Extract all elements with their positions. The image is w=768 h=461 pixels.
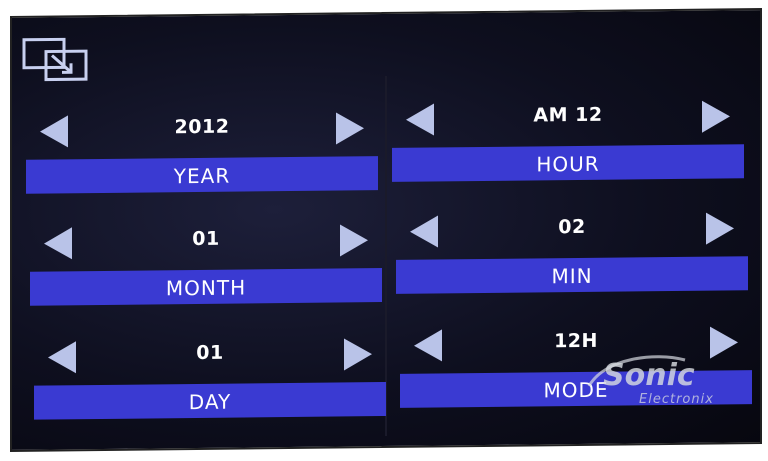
hour-increase-arrow-icon[interactable] [702,100,730,133]
mode-increase-arrow-icon[interactable] [710,326,738,359]
mode-decrease-arrow-icon[interactable] [414,329,442,362]
min-decrease-arrow-icon[interactable] [410,215,438,248]
day-decrease-arrow-icon[interactable] [48,341,76,374]
mode-setting: 12H MODE [400,314,752,408]
month-increase-arrow-icon[interactable] [340,224,368,257]
back-icon[interactable] [18,33,92,86]
year-value: 2012 [174,115,230,139]
month-decrease-arrow-icon[interactable] [44,227,72,260]
day-setting: 01 DAY [34,326,386,420]
min-increase-arrow-icon[interactable] [706,212,734,245]
min-label: MIN [396,256,748,294]
year-setting: 2012 YEAR [26,100,378,194]
year-label: YEAR [26,156,378,194]
mode-label: MODE [400,370,752,408]
month-setting: 01 MONTH [30,212,382,306]
mode-value: 12H [554,329,598,353]
min-value: 02 [558,215,586,239]
day-value: 01 [196,341,224,364]
clock-settings-screen: 2012 YEAR AM 12 HOUR 01 MONTH 02 MIN 01 … [10,8,762,452]
year-decrease-arrow-icon[interactable] [40,115,68,148]
min-setting: 02 MIN [396,200,748,294]
year-increase-arrow-icon[interactable] [336,112,364,145]
hour-setting: AM 12 HOUR [392,88,744,182]
month-value: 01 [192,227,220,251]
day-label: DAY [34,382,386,420]
hour-decrease-arrow-icon[interactable] [406,103,434,136]
hour-label: HOUR [392,144,744,182]
hour-value: AM 12 [533,103,603,127]
day-increase-arrow-icon[interactable] [344,338,372,371]
month-label: MONTH [30,268,382,306]
